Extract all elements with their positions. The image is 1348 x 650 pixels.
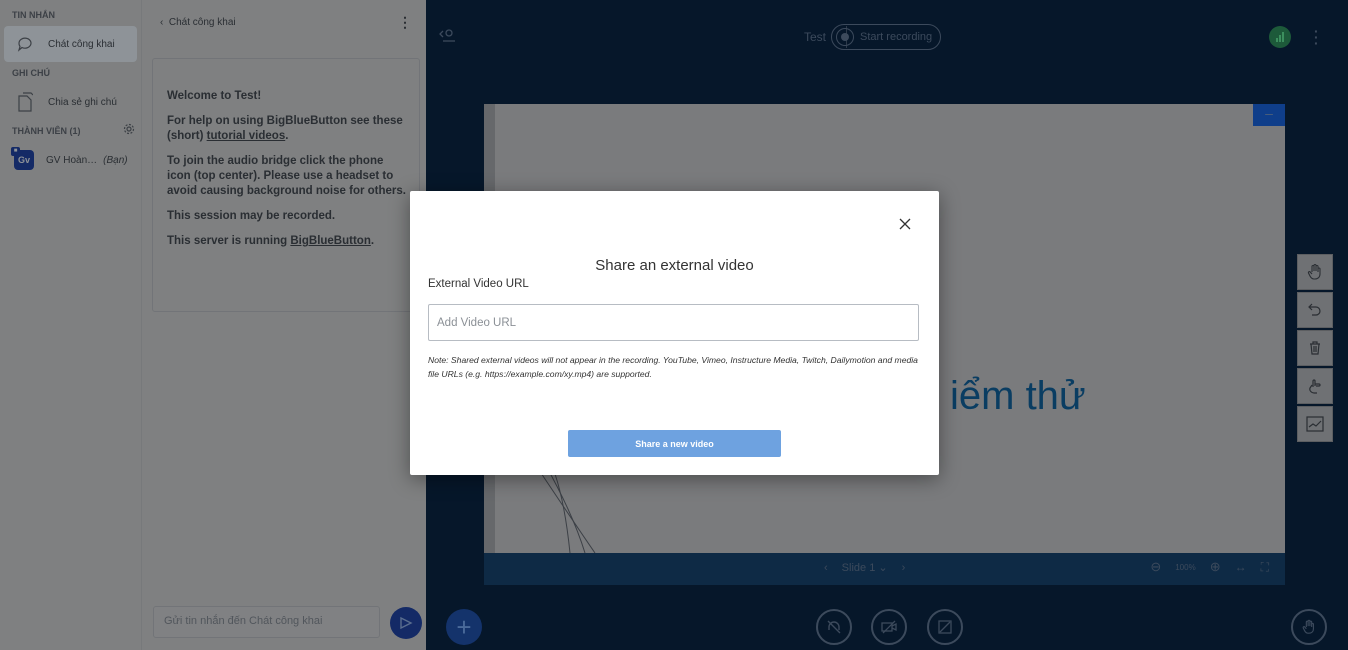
chat-input[interactable]: Gửi tin nhắn đến Chát công khai xyxy=(153,606,380,638)
server-message: This server is running BigBlueButton. xyxy=(167,235,375,247)
record-label: Start recording xyxy=(860,31,933,43)
slide-navigation: ‹ Slide 1 ⌄ › xyxy=(824,561,906,575)
sidebar-item-public-chat[interactable]: Chát công khai xyxy=(4,26,137,62)
actions-plus-button[interactable]: + xyxy=(446,609,482,645)
chat-panel: ‹ Chát công khai ⋮ Welcome to Test! For … xyxy=(141,0,426,650)
help-message: For help on using BigBlueButton see thes… xyxy=(167,115,403,142)
sidebar-item-label: Chia sẻ ghi chú xyxy=(48,96,117,108)
sidebar-item-label: Chát công khai xyxy=(48,38,115,50)
close-icon[interactable] xyxy=(896,215,914,233)
clear-all-icon[interactable] xyxy=(1297,330,1333,366)
start-recording-button[interactable]: Start recording xyxy=(831,24,942,50)
top-bar: Test Start recording · · · xyxy=(426,0,1348,74)
undo-icon[interactable] xyxy=(1297,292,1333,328)
zoom-in-icon[interactable]: ⊕ xyxy=(1210,559,1221,575)
user-list-panel: TIN NHẮN Chát công khai GHI CHÚ Chia sẻ … xyxy=(0,0,141,650)
slide-text: iểm thử xyxy=(950,374,1086,418)
notes-heading: GHI CHÚ xyxy=(12,68,50,78)
users-heading-row: THÀNH VIÊN (1) xyxy=(0,123,141,139)
options-menu-icon[interactable]: · · · xyxy=(1314,24,1319,50)
share-video-button[interactable]: Share a new video xyxy=(568,430,781,457)
avatar: ■ Gv xyxy=(11,147,34,170)
meeting-title: Test xyxy=(804,30,827,44)
sidebar-item-shared-notes[interactable]: Chia sẻ ghi chú xyxy=(4,84,137,120)
slide-select[interactable]: Slide 1 ⌄ xyxy=(842,561,888,574)
tutorial-link[interactable]: tutorial videos xyxy=(207,130,286,142)
whiteboard-toolbar xyxy=(1297,254,1333,442)
headphones-off-icon xyxy=(827,620,841,634)
bbb-link[interactable]: BigBlueButton xyxy=(290,235,370,247)
zoom-level: 100% xyxy=(1175,562,1196,572)
users-heading: THÀNH VIÊN (1) xyxy=(12,126,81,136)
hand-icon xyxy=(1302,619,1315,634)
chat-messages: Welcome to Test! For help on using BigBl… xyxy=(152,58,420,312)
next-slide-icon[interactable]: › xyxy=(902,562,906,574)
user-name: GV Hoàn… xyxy=(46,154,98,166)
modal-title: Share an external video xyxy=(595,257,754,274)
you-tag: (Bạn) xyxy=(103,154,128,166)
chat-header: ‹ Chát công khai ⋮ xyxy=(142,0,426,44)
messages-heading: TIN NHẮN xyxy=(12,10,55,20)
raise-hand-button[interactable] xyxy=(1291,609,1327,645)
zoom-out-icon[interactable]: ⊖ xyxy=(1150,559,1161,575)
audio-button[interactable] xyxy=(816,609,852,645)
recorded-message: This session may be recorded. xyxy=(167,210,336,222)
chat-back-link[interactable]: ‹ Chát công khai xyxy=(160,17,236,28)
connection-status-icon[interactable] xyxy=(1269,26,1291,48)
external-video-modal: Share an external video External Video U… xyxy=(410,191,939,475)
chart-icon[interactable] xyxy=(1297,406,1333,442)
gear-icon[interactable] xyxy=(123,123,135,139)
multi-user-icon[interactable] xyxy=(1297,368,1333,404)
document-icon xyxy=(14,91,36,113)
send-icon xyxy=(400,616,413,630)
fullscreen-icon[interactable]: ⛶ xyxy=(1261,560,1269,575)
toggle-userlist-icon[interactable] xyxy=(438,28,456,49)
hand-tool-icon[interactable] xyxy=(1297,254,1333,290)
welcome-message: Welcome to Test! xyxy=(167,90,262,102)
zoom-controls: ⊖ 100% ⊕ ↔ ⛶ xyxy=(1150,559,1269,575)
send-button[interactable] xyxy=(390,607,422,639)
url-label: External Video URL xyxy=(428,278,529,290)
chat-icon xyxy=(14,33,36,55)
screenshare-button[interactable] xyxy=(927,609,963,645)
prev-slide-icon[interactable]: ‹ xyxy=(824,562,828,574)
modal-note: Note: Shared external videos will not ap… xyxy=(428,355,918,379)
video-button[interactable] xyxy=(871,609,907,645)
audio-message: To join the audio bridge click the phone… xyxy=(167,155,406,197)
record-icon xyxy=(836,28,854,46)
presenter-badge: ■ xyxy=(11,147,20,156)
presentation-toolbar: ‹ Slide 1 ⌄ › ⊖ 100% ⊕ ↔ ⛶ xyxy=(484,553,1285,585)
fit-width-icon[interactable]: ↔ xyxy=(1235,560,1247,574)
minimize-presentation-button[interactable]: – xyxy=(1253,104,1285,126)
screenshare-off-icon xyxy=(938,620,952,634)
user-list-item[interactable]: ■ Gv GV Hoàn… (Bạn) xyxy=(4,142,137,178)
video-url-input[interactable] xyxy=(428,304,919,341)
camera-off-icon xyxy=(881,620,897,634)
chat-title: Chát công khai xyxy=(168,16,236,28)
chat-options-icon[interactable]: ⋮ xyxy=(398,14,412,31)
